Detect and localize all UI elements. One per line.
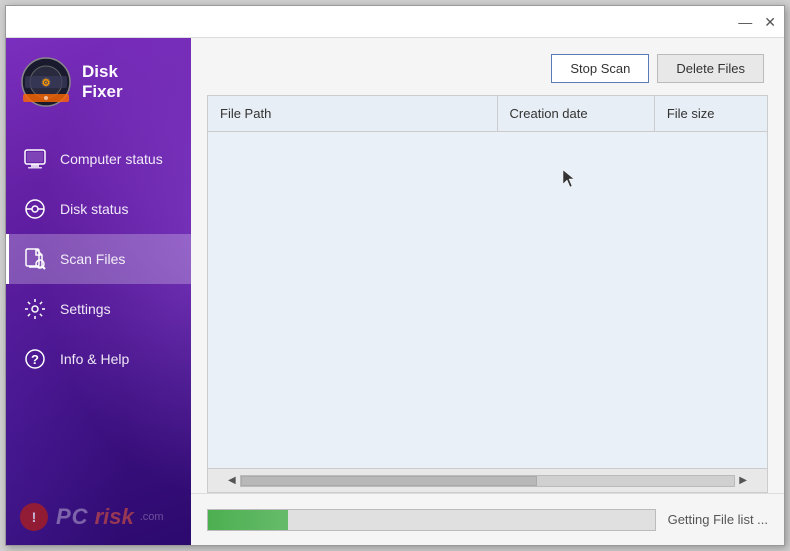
file-table: File Path Creation date File size	[207, 95, 768, 493]
col-header-creation-date: Creation date	[498, 96, 655, 131]
mouse-cursor	[563, 170, 575, 188]
nav-items: Computer status Disk status	[6, 126, 191, 384]
horizontal-scrollbar[interactable]: ◀ ▶	[208, 468, 767, 492]
stop-scan-button[interactable]: Stop Scan	[551, 54, 649, 83]
pc-risk-text2: risk	[95, 504, 134, 530]
info-help-icon: ?	[22, 346, 48, 372]
disk-fixer-logo-icon: ⚙	[20, 56, 72, 108]
pc-risk-text: PC	[56, 504, 89, 530]
sidebar-item-settings[interactable]: Settings	[6, 284, 191, 334]
app-window: — ✕ ⚙ D	[5, 5, 785, 546]
pc-risk-icon: !	[18, 501, 50, 533]
progress-bar-container	[207, 509, 656, 531]
table-header: File Path Creation date File size	[208, 96, 767, 132]
close-button[interactable]: ✕	[764, 15, 776, 29]
sidebar-item-label: Computer status	[60, 151, 163, 167]
sidebar-item-label: Disk status	[60, 201, 128, 217]
sidebar-item-computer-status[interactable]: Computer status	[6, 134, 191, 184]
delete-files-button[interactable]: Delete Files	[657, 54, 764, 83]
col-header-filepath: File Path	[208, 96, 498, 131]
scroll-track[interactable]	[240, 475, 736, 487]
sidebar-item-label: Scan Files	[60, 251, 125, 267]
pc-risk-domain: .com	[140, 511, 164, 523]
scan-files-icon	[22, 246, 48, 272]
logo-text: Disk Fixer	[82, 62, 123, 103]
scroll-right-arrow[interactable]: ▶	[739, 475, 747, 486]
col-header-file-size: File size	[655, 96, 767, 131]
svg-text:!: !	[32, 509, 37, 525]
progress-status-text: Getting File list ...	[668, 512, 768, 527]
svg-text:⚙: ⚙	[42, 78, 51, 89]
sidebar-item-label: Info & Help	[60, 351, 129, 367]
sidebar-item-label: Settings	[60, 301, 111, 317]
table-empty-area	[208, 132, 767, 468]
svg-text:?: ?	[31, 352, 39, 367]
title-bar: — ✕	[6, 6, 784, 38]
sidebar-item-disk-status[interactable]: Disk status	[6, 184, 191, 234]
logo-area: ⚙ Disk Fixer	[6, 38, 191, 126]
sidebar-bottom: ! PC risk .com	[6, 384, 191, 545]
progress-area: Getting File list ...	[191, 493, 784, 545]
computer-status-icon	[22, 146, 48, 172]
scroll-thumb	[241, 476, 537, 486]
progress-bar-fill	[208, 510, 288, 530]
disk-status-icon	[22, 196, 48, 222]
table-body	[208, 132, 767, 468]
settings-icon	[22, 296, 48, 322]
scroll-left-arrow[interactable]: ◀	[228, 475, 236, 486]
pc-risk-logo: ! PC risk .com	[18, 501, 164, 533]
title-bar-controls: — ✕	[738, 15, 776, 29]
sidebar-item-info-help[interactable]: ? Info & Help	[6, 334, 191, 384]
sidebar-item-scan-files[interactable]: Scan Files	[6, 234, 191, 284]
toolbar: Stop Scan Delete Files	[191, 38, 784, 95]
minimize-button[interactable]: —	[738, 15, 752, 29]
sidebar: ⚙ Disk Fixer	[6, 38, 191, 545]
cursor-icon	[563, 170, 575, 188]
content-area: Stop Scan Delete Files File Path Creatio…	[191, 38, 784, 545]
main-area: ⚙ Disk Fixer	[6, 38, 784, 545]
